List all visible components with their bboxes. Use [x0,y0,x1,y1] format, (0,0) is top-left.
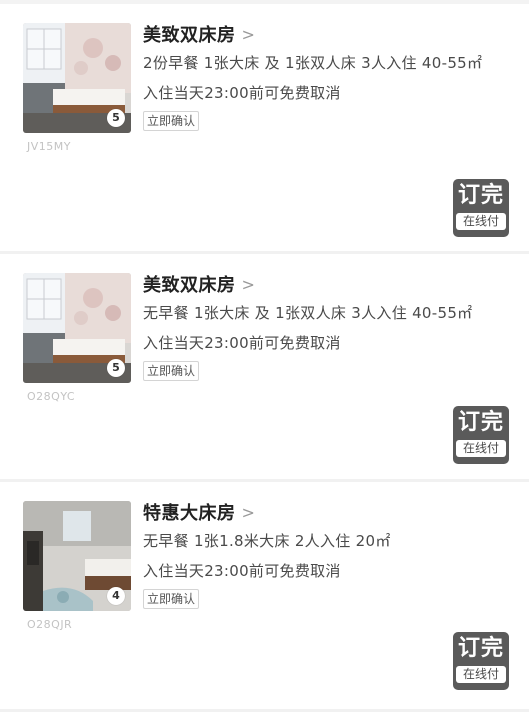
chevron-right-icon: > [241,502,255,522]
room-code: JV15MY [27,140,71,153]
room-card[interactable]: 5 O28QYC 美致双床房 > 无早餐 1张大床 及 1张双人床 3人入住 4… [0,254,529,481]
room-info: 特惠大床房 > 无早餐 1张1.8米大床 2人入住 20㎡ 入住当天23:00前… [143,498,513,609]
photo-count-badge: 4 [107,587,125,605]
payment-type-label: 在线付 [456,440,506,457]
book-button-label: 订完 [457,410,504,435]
room-card[interactable]: 5 JV15MY 美致双床房 > 2份早餐 1张大床 及 1张双人床 3人入住 … [0,4,529,237]
instant-confirm-badge: 立即确认 [143,589,200,609]
instant-confirm-badge: 立即确认 [143,361,200,381]
room-code: O28QJR [27,618,73,631]
book-button[interactable]: 订完 在线付 [453,632,509,690]
room-photo[interactable]: 4 [23,501,131,611]
room-info: 美致双床房 > 2份早餐 1张大床 及 1张双人床 3人入住 40-55㎡ 入住… [143,20,513,131]
room-code: O28QYC [27,390,76,403]
room-photo[interactable]: 5 [23,273,131,383]
book-button-label: 订完 [457,636,504,661]
cancellation-policy: 入住当天23:00前可免费取消 [143,562,341,580]
room-title-row[interactable]: 美致双床房 > [143,20,513,48]
room-title-row[interactable]: 美致双床房 > [143,270,513,298]
room-description: 2份早餐 1张大床 及 1张双人床 3人入住 40-55㎡ [143,54,483,72]
instant-confirm-badge: 立即确认 [143,111,200,131]
book-button[interactable]: 订完 在线付 [453,406,509,464]
payment-type-label: 在线付 [456,666,506,683]
room-info: 美致双床房 > 无早餐 1张大床 及 1张双人床 3人入住 40-55㎡ 入住当… [143,270,513,381]
cancellation-policy: 入住当天23:00前可免费取消 [143,84,341,102]
room-description: 无早餐 1张1.8米大床 2人入住 20㎡ [143,532,391,550]
room-divider [0,709,529,712]
room-title: 美致双床房 [143,25,236,46]
payment-type-label: 在线付 [456,213,506,230]
room-title: 特惠大床房 [143,503,236,524]
photo-count-badge: 5 [107,359,125,377]
chevron-right-icon: > [241,274,255,294]
photo-count-badge: 5 [107,109,125,127]
book-button-label: 订完 [457,183,504,208]
chevron-right-icon: > [241,24,255,44]
book-button[interactable]: 订完 在线付 [453,179,509,237]
room-description: 无早餐 1张大床 及 1张双人床 3人入住 40-55㎡ [143,304,473,322]
cancellation-policy: 入住当天23:00前可免费取消 [143,334,341,352]
room-title-row[interactable]: 特惠大床房 > [143,498,513,526]
room-photo[interactable]: 5 [23,23,131,133]
room-card[interactable]: 4 O28QJR 特惠大床房 > 无早餐 1张1.8米大床 2人入住 20㎡ 入… [0,482,529,709]
room-title: 美致双床房 [143,275,236,296]
